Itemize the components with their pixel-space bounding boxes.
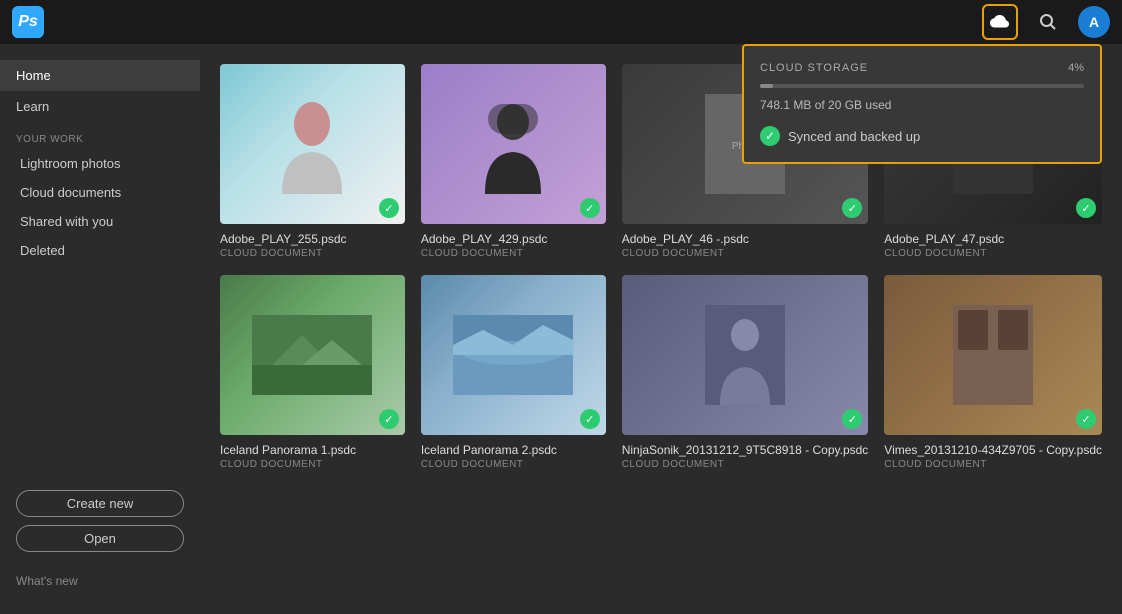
doc-check-icon: ✓ [580, 198, 600, 218]
doc-name: Adobe_PLAY_429.psdc [421, 232, 606, 246]
cloud-progress-bar [760, 84, 1084, 88]
sidebar: Home Learn YOUR WORK Lightroom photos Cl… [0, 44, 200, 614]
doc-check-icon: ✓ [1076, 409, 1096, 429]
doc-type: CLOUD DOCUMENT [220, 248, 405, 259]
doc-type: CLOUD DOCUMENT [884, 459, 1102, 470]
sidebar-buttons: Create new Open [0, 478, 200, 564]
user-avatar[interactable]: A [1078, 6, 1110, 38]
doc-thumb: ✓ [884, 275, 1102, 435]
doc-thumb: ✓ [421, 64, 606, 224]
doc-check-icon: ✓ [1076, 198, 1096, 218]
doc-card-doc5[interactable]: ✓ Iceland Panorama 1.psdc CLOUD DOCUMENT [220, 275, 405, 470]
ps-logo: Ps [12, 6, 44, 38]
doc-check-icon: ✓ [842, 198, 862, 218]
sync-check-icon: ✓ [760, 126, 780, 146]
doc-card-doc8[interactable]: ✓ Vimes_20131210-434Z9705 - Copy.psdc CL… [884, 275, 1102, 470]
sidebar-item-deleted[interactable]: Deleted [0, 236, 200, 265]
cloud-storage-button[interactable] [982, 4, 1018, 40]
open-button[interactable]: Open [16, 525, 184, 552]
sidebar-section-your-work: YOUR WORK [0, 122, 200, 149]
topbar: Ps A [0, 0, 1122, 44]
cloud-sync-status: ✓ Synced and backed up [760, 126, 1084, 146]
doc-name: Vimes_20131210-434Z9705 - Copy.psdc [884, 443, 1102, 457]
doc-type: CLOUD DOCUMENT [884, 248, 1102, 259]
sidebar-nav: Home Learn YOUR WORK Lightroom photos Cl… [0, 60, 200, 478]
sidebar-item-learn[interactable]: Learn [0, 91, 200, 122]
cloud-usage-text: 748.1 MB of 20 GB used [760, 98, 1084, 112]
cloud-storage-popup: CLOUD STORAGE 4% 748.1 MB of 20 GB used … [742, 44, 1102, 164]
doc-type: CLOUD DOCUMENT [421, 459, 606, 470]
doc-type: CLOUD DOCUMENT [421, 248, 606, 259]
doc-name: Iceland Panorama 1.psdc [220, 443, 405, 457]
doc-name: Adobe_PLAY_47.psdc [884, 232, 1102, 246]
doc-name: Adobe_PLAY_255.psdc [220, 232, 405, 246]
doc-thumb: ✓ [220, 64, 405, 224]
doc-check-icon: ✓ [379, 198, 399, 218]
doc-type: CLOUD DOCUMENT [622, 248, 869, 259]
cloud-popup-header: CLOUD STORAGE 4% [760, 62, 1084, 74]
whats-new-link[interactable]: What's new [0, 564, 200, 598]
doc-card-doc2[interactable]: ✓ Adobe_PLAY_429.psdc CLOUD DOCUMENT [421, 64, 606, 259]
doc-check-icon: ✓ [379, 409, 399, 429]
doc-name: Iceland Panorama 2.psdc [421, 443, 606, 457]
topbar-right: A [982, 4, 1110, 40]
main-layout: Home Learn YOUR WORK Lightroom photos Cl… [0, 44, 1122, 614]
doc-thumb: ✓ [421, 275, 606, 435]
cloud-progress-fill [760, 84, 773, 88]
doc-name: NinjaSonik_20131212_9T5C8918 - Copy.psdc [622, 443, 869, 457]
doc-thumb: ✓ [220, 275, 405, 435]
search-button[interactable] [1032, 6, 1064, 38]
content-area: CLOUD STORAGE 4% 748.1 MB of 20 GB used … [200, 44, 1122, 614]
cloud-storage-title: CLOUD STORAGE [760, 62, 868, 74]
sidebar-item-cloud-documents[interactable]: Cloud documents [0, 178, 200, 207]
doc-type: CLOUD DOCUMENT [622, 459, 869, 470]
cloud-storage-percent: 4% [1068, 62, 1084, 74]
sidebar-item-home[interactable]: Home [0, 60, 200, 91]
doc-check-icon: ✓ [842, 409, 862, 429]
doc-check-icon: ✓ [580, 409, 600, 429]
create-new-button[interactable]: Create new [16, 490, 184, 517]
sidebar-item-shared[interactable]: Shared with you [0, 207, 200, 236]
sync-status-text: Synced and backed up [788, 129, 920, 144]
doc-type: CLOUD DOCUMENT [220, 459, 405, 470]
sidebar-item-lightroom[interactable]: Lightroom photos [0, 149, 200, 178]
doc-card-doc1[interactable]: ✓ Adobe_PLAY_255.psdc CLOUD DOCUMENT [220, 64, 405, 259]
doc-card-doc7[interactable]: ✓ NinjaSonik_20131212_9T5C8918 - Copy.ps… [622, 275, 869, 470]
doc-card-doc6[interactable]: ✓ Iceland Panorama 2.psdc CLOUD DOCUMENT [421, 275, 606, 470]
doc-thumb: ✓ [622, 275, 869, 435]
doc-name: Adobe_PLAY_46 -.psdc [622, 232, 869, 246]
